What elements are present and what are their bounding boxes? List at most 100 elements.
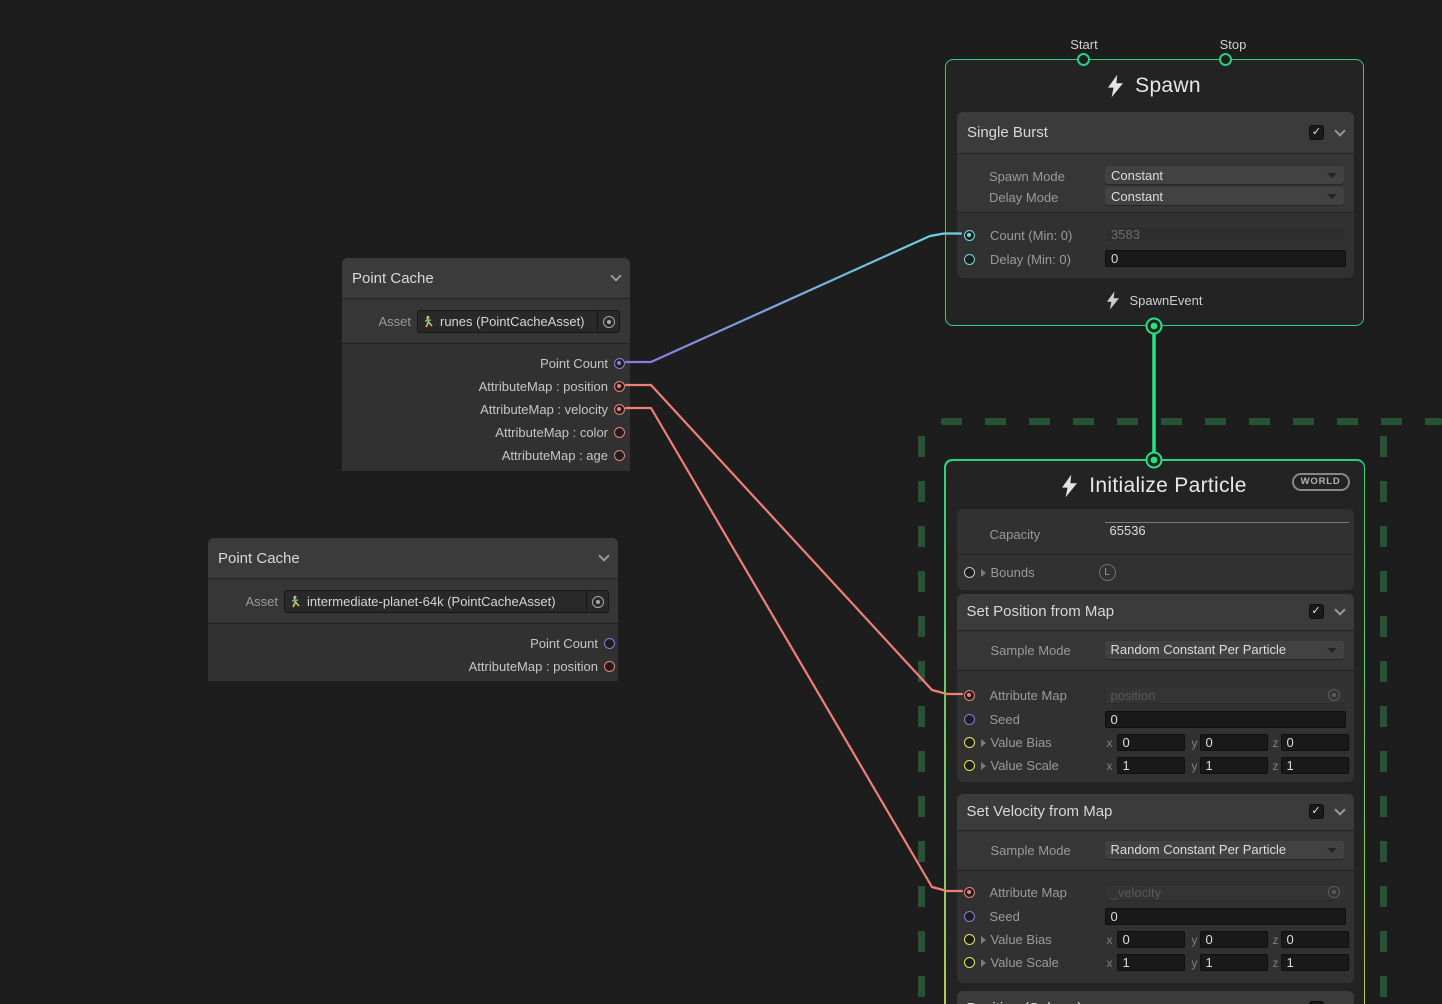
z-axis-label: z xyxy=(1273,736,1279,750)
z-axis-label: z xyxy=(1273,933,1279,947)
point-cache-asset-icon xyxy=(289,595,303,609)
block-enabled-checkbox[interactable] xyxy=(1309,125,1324,140)
chevron-down-icon[interactable] xyxy=(598,550,609,561)
asset-value: runes (PointCacheAsset) xyxy=(436,314,597,329)
point-count-label: Point Count xyxy=(540,356,608,371)
count-field: 3583 xyxy=(1105,226,1346,243)
value-bias-z-field[interactable]: 0 xyxy=(1281,931,1349,948)
block-title: Set Velocity from Map xyxy=(967,803,1309,820)
spawn-mode-dropdown[interactable]: Constant xyxy=(1105,166,1344,184)
system-border-left xyxy=(918,436,925,1004)
attribute-map-field: position xyxy=(1105,687,1346,704)
x-axis-label: x xyxy=(1107,736,1113,750)
sample-mode-label: Sample Mode xyxy=(991,843,1071,858)
asset-object-field[interactable]: intermediate-planet-64k (PointCacheAsset… xyxy=(284,590,609,613)
initialize-particle-node[interactable]: Initialize Particle WORLD Capacity 65536… xyxy=(944,459,1365,1004)
sample-mode-label: Sample Mode xyxy=(991,643,1071,658)
attribute-map-input-port[interactable] xyxy=(964,887,975,898)
value-scale-y-field[interactable]: 1 xyxy=(1200,757,1268,774)
stop-port[interactable] xyxy=(1219,53,1232,66)
capacity-block: Capacity 65536 Bounds L xyxy=(957,509,1354,590)
start-port[interactable] xyxy=(1077,53,1090,66)
bounds-input-port[interactable] xyxy=(964,567,975,578)
attributemap-velocity-output-port[interactable] xyxy=(614,404,625,415)
chevron-down-icon[interactable] xyxy=(1334,604,1345,615)
bounds-label: Bounds xyxy=(991,565,1035,580)
object-picker[interactable] xyxy=(597,311,619,332)
sample-mode-dropdown[interactable]: Random Constant Per Particle xyxy=(1105,641,1344,659)
object-picker-icon xyxy=(603,316,615,328)
y-axis-label: y xyxy=(1192,956,1198,970)
value-scale-y-field[interactable]: 1 xyxy=(1200,954,1268,971)
block-title: Position (Sphere) xyxy=(967,1000,1309,1004)
y-axis-label: y xyxy=(1192,759,1198,773)
y-axis-label: y xyxy=(1192,933,1198,947)
world-space-badge[interactable]: WORLD xyxy=(1292,473,1350,491)
block-title: Set Position from Map xyxy=(967,603,1309,620)
count-input-port[interactable] xyxy=(964,230,975,241)
point-count-output-port[interactable] xyxy=(614,358,625,369)
delay-input-port[interactable] xyxy=(964,254,975,265)
count-label: Count (Min: 0) xyxy=(990,228,1072,243)
attributemap-age-label: AttributeMap : age xyxy=(502,448,608,463)
vfx-graph-canvas[interactable]: Start Stop Spawn Single Burst Spawn Mode… xyxy=(0,0,1442,1004)
system-border-top xyxy=(941,418,1442,425)
chevron-down-icon[interactable] xyxy=(1334,804,1345,815)
system-border-right xyxy=(1380,436,1387,1004)
x-axis-label: x xyxy=(1107,956,1113,970)
point-cache-runes-node[interactable]: Point Cache Asset runes (PointCacheAsset… xyxy=(342,258,630,471)
value-bias-z-field[interactable]: 0 xyxy=(1281,734,1349,751)
edge-velocity-to-attributemap[interactable] xyxy=(626,408,962,891)
set-position-from-map-block[interactable]: Set Position from Map Sample Mode Random… xyxy=(957,594,1354,782)
z-axis-label: z xyxy=(1273,956,1279,970)
chevron-down-icon[interactable] xyxy=(1334,125,1345,136)
chevron-down-icon[interactable] xyxy=(610,270,621,281)
capacity-field[interactable]: 65536 xyxy=(1105,522,1349,539)
attributemap-position-output-port[interactable] xyxy=(604,661,615,672)
value-bias-y-field[interactable]: 0 xyxy=(1200,931,1268,948)
node-title: Initialize Particle xyxy=(1089,474,1246,498)
spawn-node[interactable]: Start Stop Spawn Single Burst Spawn Mode… xyxy=(945,59,1364,326)
object-picker[interactable] xyxy=(586,591,608,612)
z-axis-label: z xyxy=(1273,759,1279,773)
attributemap-position-output-port[interactable] xyxy=(614,381,625,392)
attributemap-age-output-port[interactable] xyxy=(614,450,625,461)
point-cache-planet-node[interactable]: Point Cache Asset intermediate-planet-64… xyxy=(208,538,618,681)
point-cache-asset-icon xyxy=(422,315,436,329)
expander-triangle-icon[interactable] xyxy=(981,569,986,577)
spawn-mode-label: Spawn Mode xyxy=(989,169,1065,184)
point-count-output-port[interactable] xyxy=(604,638,615,649)
value-scale-x-field[interactable]: 1 xyxy=(1117,757,1185,774)
value-scale-z-field[interactable]: 1 xyxy=(1281,954,1349,971)
block-enabled-checkbox[interactable] xyxy=(1309,604,1324,619)
x-axis-label: x xyxy=(1107,759,1113,773)
seed-input-port[interactable] xyxy=(964,714,975,725)
value-bias-x-field[interactable]: 0 xyxy=(1117,734,1185,751)
seed-field[interactable]: 0 xyxy=(1105,711,1346,728)
attributemap-color-output-port[interactable] xyxy=(614,427,625,438)
seed-field[interactable]: 0 xyxy=(1105,908,1346,925)
stop-port-label: Stop xyxy=(1220,37,1247,52)
block-enabled-checkbox[interactable] xyxy=(1309,804,1324,819)
node-title: Point Cache xyxy=(352,270,612,287)
sample-mode-dropdown[interactable]: Random Constant Per Particle xyxy=(1105,841,1344,859)
edge-pointcount-to-count[interactable] xyxy=(626,234,961,363)
asset-label: Asset xyxy=(245,594,278,609)
seed-input-port[interactable] xyxy=(964,911,975,922)
seed-label: Seed xyxy=(990,712,1020,727)
attribute-map-input-port[interactable] xyxy=(964,690,975,701)
delay-mode-dropdown[interactable]: Constant xyxy=(1105,187,1344,205)
value-scale-x-field[interactable]: 1 xyxy=(1117,954,1185,971)
local-space-badge[interactable]: L xyxy=(1099,564,1116,581)
single-burst-block[interactable]: Single Burst Spawn Mode Constant Delay M… xyxy=(957,112,1354,278)
position-sphere-block[interactable]: Position (Sphere) xyxy=(957,991,1354,1004)
value-scale-z-field[interactable]: 1 xyxy=(1281,757,1349,774)
value-bias-y-field[interactable]: 0 xyxy=(1200,734,1268,751)
spawn-event-label: SpawnEvent xyxy=(1130,293,1203,308)
set-velocity-from-map-block[interactable]: Set Velocity from Map Sample Mode Random… xyxy=(957,794,1354,983)
value-bias-x-field[interactable]: 0 xyxy=(1117,931,1185,948)
asset-object-field[interactable]: runes (PointCacheAsset) xyxy=(417,310,620,333)
delay-field[interactable]: 0 xyxy=(1105,250,1346,267)
start-port-label: Start xyxy=(1070,37,1097,52)
edge-position-to-attributemap[interactable] xyxy=(626,385,962,694)
